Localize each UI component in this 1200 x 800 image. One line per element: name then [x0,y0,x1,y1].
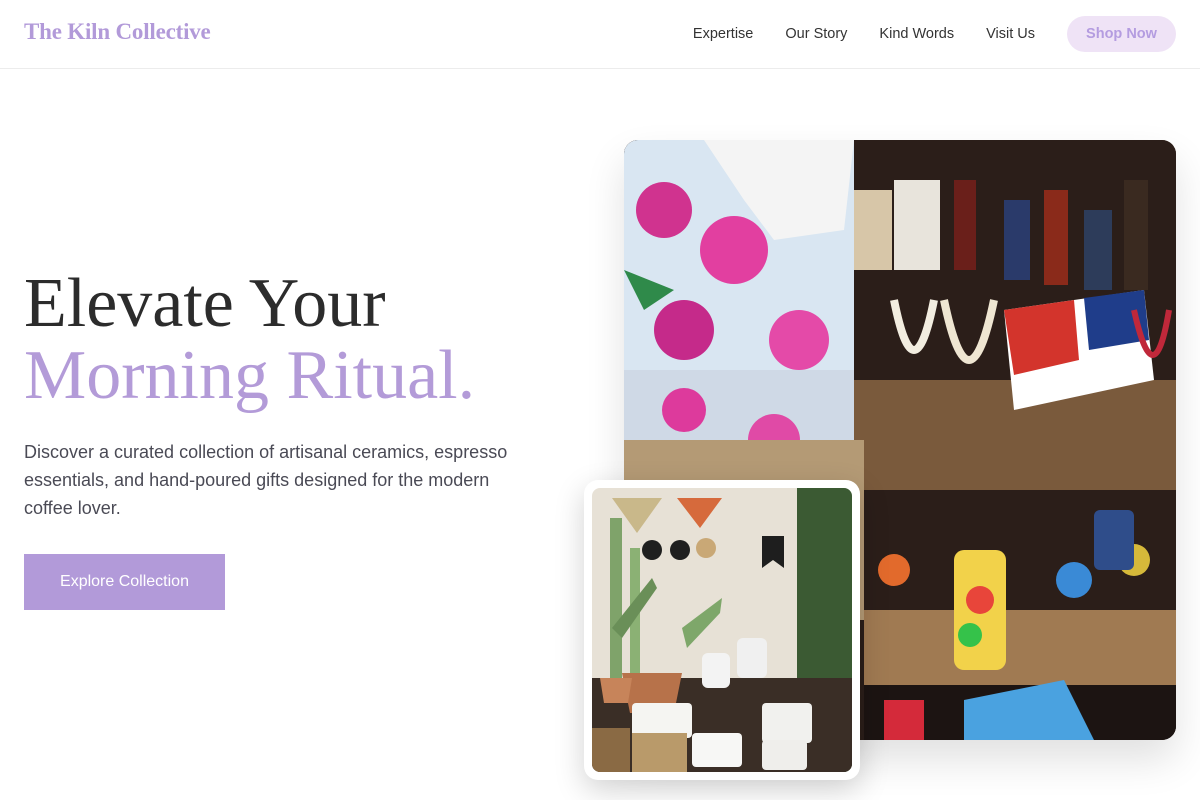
nav-link-visit-us[interactable]: Visit Us [986,26,1035,42]
hero-inset-image [592,488,852,772]
brand-logo[interactable]: The Kiln Collective [24,19,211,45]
boutique-shelf-illustration [592,488,852,772]
nav-link-expertise[interactable]: Expertise [693,26,753,42]
hero-title-line2: Morning Ritual. [24,337,476,414]
main-nav: Expertise Our Story Kind Words Visit Us … [693,16,1176,52]
hero-description: Discover a curated collection of artisan… [24,442,508,518]
hero-title: Elevate Your Morning Ritual. [24,268,475,412]
explore-collection-button[interactable]: Explore Collection [24,554,225,610]
hero-inset-card [584,480,860,780]
nav-link-our-story[interactable]: Our Story [785,26,847,42]
nav-link-kind-words[interactable]: Kind Words [879,26,954,42]
site-header: The Kiln Collective Expertise Our Story … [0,0,1200,69]
shop-now-button[interactable]: Shop Now [1067,16,1176,52]
hero-title-line1: Elevate Your [24,265,386,342]
